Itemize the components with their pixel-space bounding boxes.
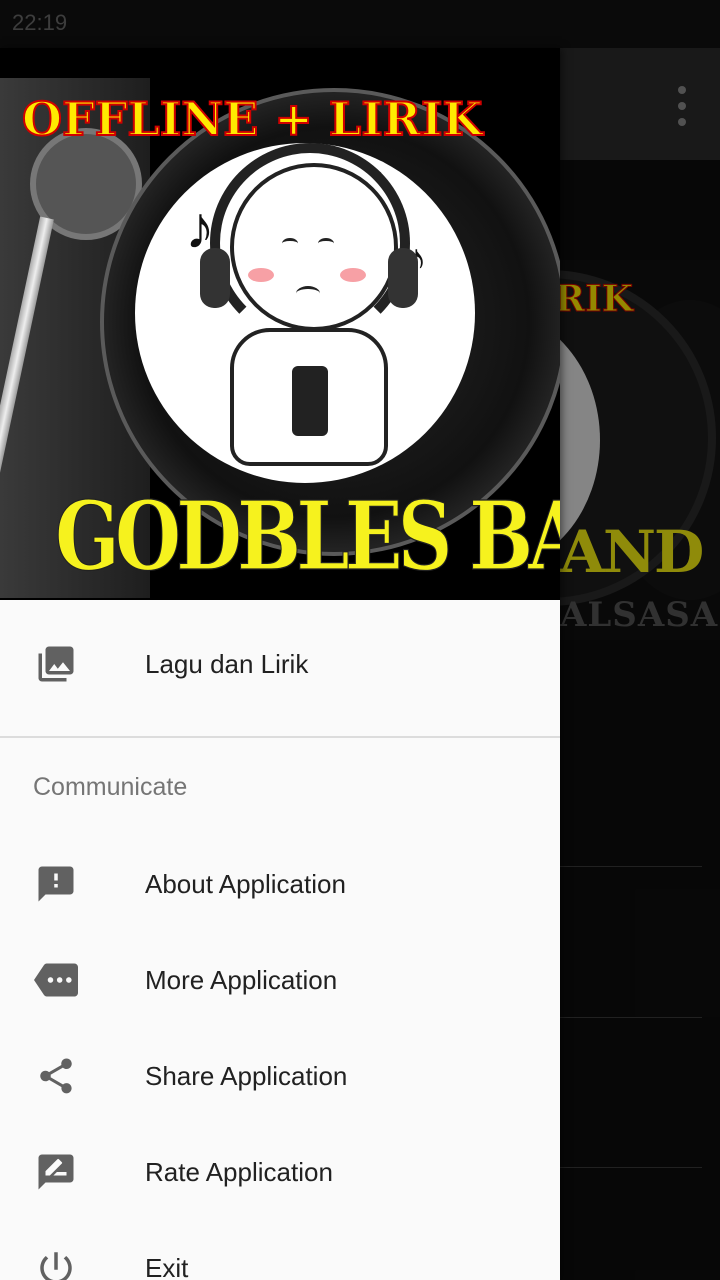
menu-item-about-application[interactable]: About Application — [0, 836, 560, 932]
drawer-header-image: ♪ ♪ OFFLINE + LIRIK GODBLES BAND — [0, 48, 560, 600]
earcup-left — [200, 248, 230, 308]
blush-left — [248, 268, 274, 282]
share-icon — [34, 1054, 78, 1098]
menu-item-label: Share Application — [145, 1060, 348, 1091]
eye-left — [282, 238, 298, 249]
menu-item-lagu-dan-lirik[interactable]: Lagu dan Lirik — [0, 600, 560, 728]
photo-library-icon — [34, 642, 78, 686]
section-title-communicate: Communicate — [33, 772, 188, 801]
menu-item-label: Rate Application — [145, 1156, 333, 1187]
phone-graphic — [292, 366, 328, 436]
menu-item-more-application[interactable]: More Application — [0, 932, 560, 1028]
menu-item-exit[interactable]: Exit — [0, 1220, 560, 1280]
mouth — [296, 286, 320, 301]
menu-item-label: Lagu dan Lirik — [145, 648, 309, 679]
more-label-icon — [34, 958, 78, 1002]
navigation-drawer: ♪ ♪ OFFLINE + LIRIK GODBLES BAND Lagu da… — [0, 48, 560, 1280]
menu-item-label: Exit — [145, 1252, 189, 1280]
header-top-text: OFFLINE + LIRIK — [21, 91, 484, 147]
power-icon — [34, 1246, 78, 1280]
feedback-icon — [34, 862, 78, 906]
menu-item-rate-application[interactable]: Rate Application — [0, 1124, 560, 1220]
headphones-icon — [210, 143, 410, 343]
header-band-name: GODBLES BAND — [55, 479, 560, 592]
eye-right — [318, 238, 334, 249]
screen: 22:19 RIK AND ALSASA ♪ ♪ — [0, 0, 720, 1280]
rate-review-icon — [34, 1150, 78, 1194]
menu-item-label: About Application — [145, 868, 346, 899]
tonearm — [0, 216, 54, 543]
blush-right — [340, 268, 366, 282]
earcup-right — [388, 248, 418, 308]
menu-item-share-application[interactable]: Share Application — [0, 1028, 560, 1124]
menu-item-label: More Application — [145, 964, 338, 995]
